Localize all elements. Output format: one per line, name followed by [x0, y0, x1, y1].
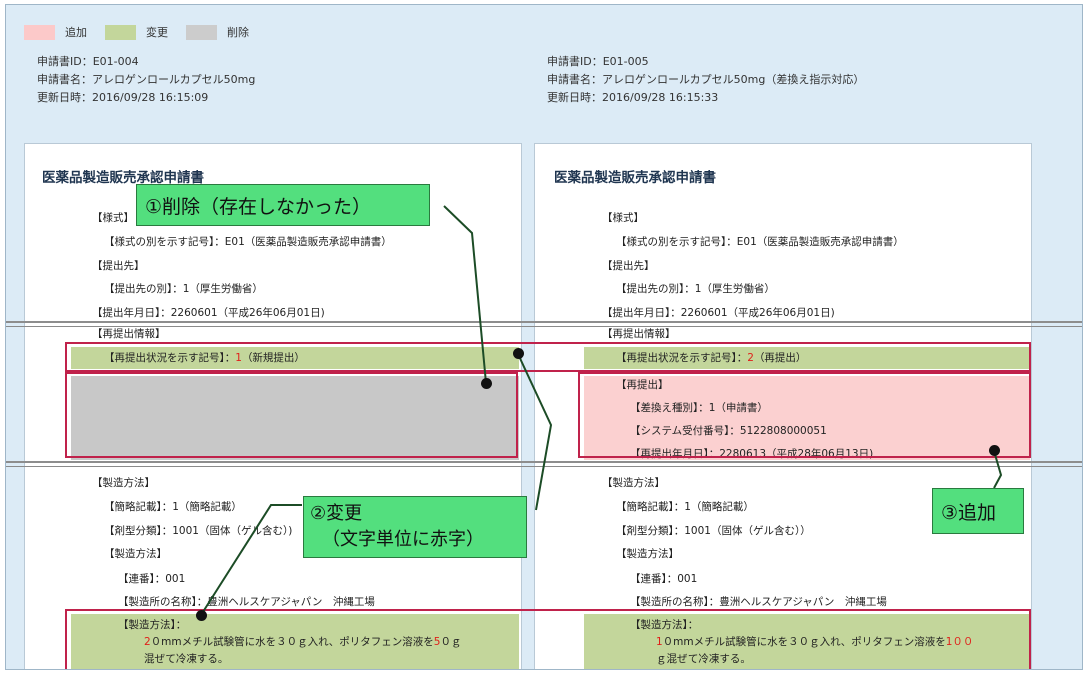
change-callout-anchor-dot [513, 348, 524, 359]
method-callout-anchor-dot [196, 610, 207, 621]
diff-viewer: 追加 変更 削除 申請書ID：E01-004 申請書名：アレロゲンロールカプセル… [5, 4, 1083, 670]
callout-change: ②変更 （文字単位に赤字） [303, 496, 527, 558]
delete-callout-anchor-dot [481, 378, 492, 389]
callout-change-line2: （文字単位に赤字） [322, 529, 484, 550]
callout-add: ③追加 [932, 488, 1024, 534]
add-callout-anchor-dot [989, 445, 1000, 456]
callout-change-line1: ②変更 [310, 503, 363, 524]
callout-connectors [200, 205, 1003, 616]
callout-delete: ①削除（存在しなかった） [136, 184, 430, 226]
